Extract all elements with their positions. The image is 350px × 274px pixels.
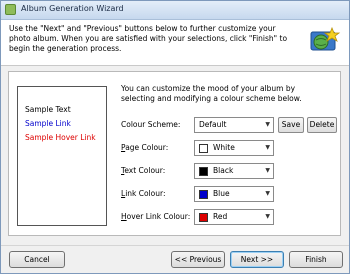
chevron-down-icon: ▼: [265, 190, 270, 197]
page-colour-value: White: [213, 143, 235, 152]
hover-link-colour-select[interactable]: Red ▼: [194, 209, 274, 225]
link-colour-value: Blue: [213, 189, 230, 198]
finish-button[interactable]: Finish: [289, 251, 343, 268]
chevron-down-icon: ▼: [265, 144, 270, 151]
hover-link-colour-swatch: [199, 213, 208, 222]
save-button[interactable]: Save: [278, 117, 304, 133]
colour-scheme-label: Colour Scheme:: [121, 120, 181, 129]
delete-button[interactable]: Delete: [307, 117, 337, 133]
page-colour-select[interactable]: White ▼: [194, 140, 274, 156]
hover-link-colour-value: Red: [213, 212, 228, 221]
text-colour-value: Black: [213, 166, 234, 175]
sample-text: Sample Text: [25, 105, 71, 114]
header-instructions: Use the "Next" and "Previous" buttons be…: [9, 24, 288, 53]
globe-star-icon: [310, 26, 341, 51]
text-colour-label: Text Colour:: [121, 166, 166, 175]
chevron-down-icon: ▼: [265, 121, 270, 128]
link-colour-select[interactable]: Blue ▼: [194, 186, 274, 202]
colour-scheme-select[interactable]: Default ▼: [194, 117, 274, 133]
hover-link-colour-label: Hover Link Colour:: [121, 212, 191, 221]
sample-link: Sample Link: [25, 119, 71, 128]
page-colour-swatch: [199, 144, 208, 153]
text-colour-select[interactable]: Black ▼: [194, 163, 274, 179]
footer-divider: [1, 245, 349, 246]
page-colour-label: Page Colour:: [121, 143, 169, 152]
cancel-button[interactable]: Cancel: [9, 251, 65, 268]
window-title: Album Generation Wizard: [21, 4, 124, 13]
next-button[interactable]: Next >>: [230, 251, 284, 268]
sample-hover-link: Sample Hover Link: [25, 133, 96, 142]
previous-button[interactable]: << Previous: [171, 251, 225, 268]
text-colour-swatch: [199, 167, 208, 176]
colour-scheme-value: Default: [199, 120, 227, 129]
wizard-window: Album Generation Wizard Use the "Next" a…: [0, 0, 350, 274]
color-preview: Sample Text Sample Link Sample Hover Lin…: [17, 86, 107, 226]
scheme-description: You can customize the mood of your album…: [121, 84, 302, 103]
title-bar[interactable]: Album Generation Wizard: [1, 1, 349, 20]
chevron-down-icon: ▼: [265, 213, 270, 220]
chevron-down-icon: ▼: [265, 167, 270, 174]
link-colour-label: Link Colour:: [121, 189, 166, 198]
customize-panel: Sample Text Sample Link Sample Hover Lin…: [8, 71, 341, 236]
link-colour-swatch: [199, 190, 208, 199]
wizard-header: Use the "Next" and "Previous" buttons be…: [1, 20, 349, 66]
app-icon: [5, 4, 16, 15]
